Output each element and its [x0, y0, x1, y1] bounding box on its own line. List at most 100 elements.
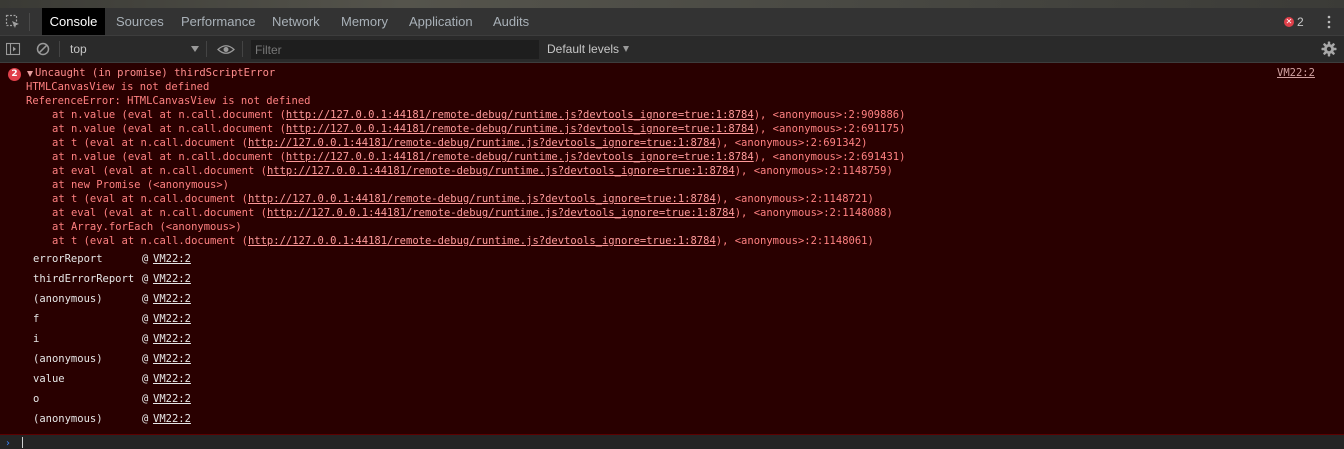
stack-function-name: value: [33, 373, 65, 385]
stack-trace-line: at new Promise (<anonymous>): [52, 179, 229, 191]
stack-trace-line: at Array.forEach (<anonymous>): [52, 221, 242, 233]
stack-at-symbol: @: [142, 253, 149, 265]
text-caret: [22, 437, 23, 448]
trace-text: at Array.forEach (<anonymous>): [52, 221, 242, 233]
trace-text: ), <anonymous>:2:1148088): [734, 207, 893, 219]
trace-text: ), <anonymous>:2:1148061): [715, 235, 874, 247]
stack-trace-line: at t (eval at n.call.document (http://12…: [52, 235, 874, 247]
tab-sources[interactable]: Sources: [116, 8, 164, 35]
tab-audits[interactable]: Audits: [493, 8, 529, 35]
trace-url-link[interactable]: http://127.0.0.1:44181/remote-debug/runt…: [286, 151, 754, 163]
stack-trace-line: at t (eval at n.call.document (http://12…: [52, 137, 867, 149]
trace-text: at t (eval at n.call.document (: [52, 137, 248, 149]
stack-function-name: (anonymous): [33, 353, 103, 365]
tab-memory[interactable]: Memory: [341, 8, 388, 35]
error-message-line: ReferenceError: HTMLCanvasView is not de…: [26, 95, 311, 107]
trace-text: ), <anonymous>:2:691342): [715, 137, 868, 149]
trace-url-link[interactable]: http://127.0.0.1:44181/remote-debug/runt…: [286, 109, 754, 121]
trace-url-link[interactable]: http://127.0.0.1:44181/remote-debug/runt…: [267, 207, 735, 219]
stack-source-link[interactable]: VM22:2: [153, 273, 191, 285]
error-title[interactable]: Uncaught (in promise) thirdScriptError: [35, 67, 275, 79]
trace-text: at n.value (eval at n.call.document (: [52, 123, 286, 135]
toolbar-separator: [59, 41, 60, 57]
trace-text: ), <anonymous>:2:691431): [753, 151, 906, 163]
stack-source-link[interactable]: VM22:2: [153, 413, 191, 425]
stack-function-name: i: [33, 333, 40, 345]
log-levels-dropdown[interactable]: Default levels: [547, 36, 619, 62]
stack-function-name: (anonymous): [33, 293, 103, 305]
stack-at-symbol: @: [142, 333, 149, 345]
clear-console-icon[interactable]: [36, 42, 50, 56]
console-toolbar: top Default levels: [0, 36, 1344, 63]
stack-source-link[interactable]: VM22:2: [153, 393, 191, 405]
stack-function-name: thirdErrorReport: [33, 273, 135, 285]
stack-source-link[interactable]: VM22:2: [153, 333, 191, 345]
error-count: 2: [1297, 15, 1304, 29]
window-top-strip: [0, 0, 1344, 8]
stack-trace-line: at eval (eval at n.call.document (http:/…: [52, 207, 893, 219]
trace-text: ), <anonymous>:2:1148721): [715, 193, 874, 205]
tab-performance[interactable]: Performance: [181, 8, 255, 35]
trace-text: at eval (eval at n.call.document (: [52, 165, 267, 177]
context-selector[interactable]: top: [70, 36, 87, 62]
chevron-down-icon[interactable]: [623, 46, 629, 52]
chevron-down-icon[interactable]: [191, 46, 199, 52]
console-prompt[interactable]: ›: [0, 435, 1344, 449]
error-source-link[interactable]: VM22:2: [1277, 67, 1315, 79]
tab-application[interactable]: Application: [409, 8, 473, 35]
error-counter[interactable]: ✕ 2: [1284, 15, 1304, 29]
stack-function-name: o: [33, 393, 40, 405]
trace-text: ), <anonymous>:2:909886): [753, 109, 906, 121]
stack-function-name: f: [33, 313, 40, 325]
trace-text: at t (eval at n.call.document (: [52, 235, 248, 247]
devtools-tab-bar: Console Sources Performance Network Memory Ap…: [0, 8, 1344, 36]
stack-at-symbol: @: [142, 273, 149, 285]
toolbar-separator: [206, 41, 207, 57]
tab-separator: [29, 13, 30, 31]
settings-gear-icon[interactable]: [1321, 41, 1337, 57]
trace-url-link[interactable]: http://127.0.0.1:44181/remote-debug/runt…: [267, 165, 735, 177]
stack-function-name: errorReport: [33, 253, 103, 265]
stack-trace-line: at n.value (eval at n.call.document (htt…: [52, 123, 905, 135]
trace-text: at n.value (eval at n.call.document (: [52, 109, 286, 121]
expand-triangle-icon[interactable]: [27, 71, 33, 77]
console-output: 2 Uncaught (in promise) thirdScriptError…: [0, 63, 1344, 435]
stack-at-symbol: @: [142, 293, 149, 305]
trace-url-link[interactable]: http://127.0.0.1:44181/remote-debug/runt…: [248, 137, 716, 149]
live-expression-eye-icon[interactable]: [217, 44, 235, 55]
stack-trace-line: at t (eval at n.call.document (http://12…: [52, 193, 874, 205]
trace-url-link[interactable]: http://127.0.0.1:44181/remote-debug/runt…: [248, 235, 716, 247]
stack-trace-line: at n.value (eval at n.call.document (htt…: [52, 151, 905, 163]
error-count-badge: 2: [8, 68, 21, 81]
stack-source-link[interactable]: VM22:2: [153, 253, 191, 265]
stack-source-link[interactable]: VM22:2: [153, 293, 191, 305]
console-prompt-chevron-icon: ›: [6, 438, 10, 449]
trace-text: ), <anonymous>:2:1148759): [734, 165, 893, 177]
stack-trace-line: at eval (eval at n.call.document (http:/…: [52, 165, 893, 177]
trace-url-link[interactable]: http://127.0.0.1:44181/remote-debug/runt…: [286, 123, 754, 135]
toolbar-separator: [242, 41, 243, 57]
inspect-element-icon[interactable]: [5, 14, 21, 30]
sidebar-toggle-icon[interactable]: [6, 42, 21, 56]
stack-source-link[interactable]: VM22:2: [153, 373, 191, 385]
filter-input[interactable]: [251, 40, 539, 59]
tab-network[interactable]: Network: [272, 8, 320, 35]
trace-url-link[interactable]: http://127.0.0.1:44181/remote-debug/runt…: [248, 193, 716, 205]
error-message-line: HTMLCanvasView is not defined: [26, 81, 210, 93]
trace-text: at eval (eval at n.call.document (: [52, 207, 267, 219]
stack-at-symbol: @: [142, 393, 149, 405]
stack-at-symbol: @: [142, 413, 149, 425]
error-icon: ✕: [1284, 17, 1294, 27]
stack-at-symbol: @: [142, 313, 149, 325]
trace-text: ), <anonymous>:2:691175): [753, 123, 906, 135]
stack-source-link[interactable]: VM22:2: [153, 313, 191, 325]
trace-text: at new Promise (<anonymous>): [52, 179, 230, 191]
stack-source-link[interactable]: VM22:2: [153, 353, 191, 365]
more-options-icon[interactable]: [1327, 15, 1331, 29]
stack-at-symbol: @: [142, 353, 149, 365]
tab-console[interactable]: Console: [42, 8, 105, 35]
stack-trace-line: at n.value (eval at n.call.document (htt…: [52, 109, 905, 121]
stack-at-symbol: @: [142, 373, 149, 385]
stack-function-name: (anonymous): [33, 413, 103, 425]
trace-text: at t (eval at n.call.document (: [52, 193, 248, 205]
